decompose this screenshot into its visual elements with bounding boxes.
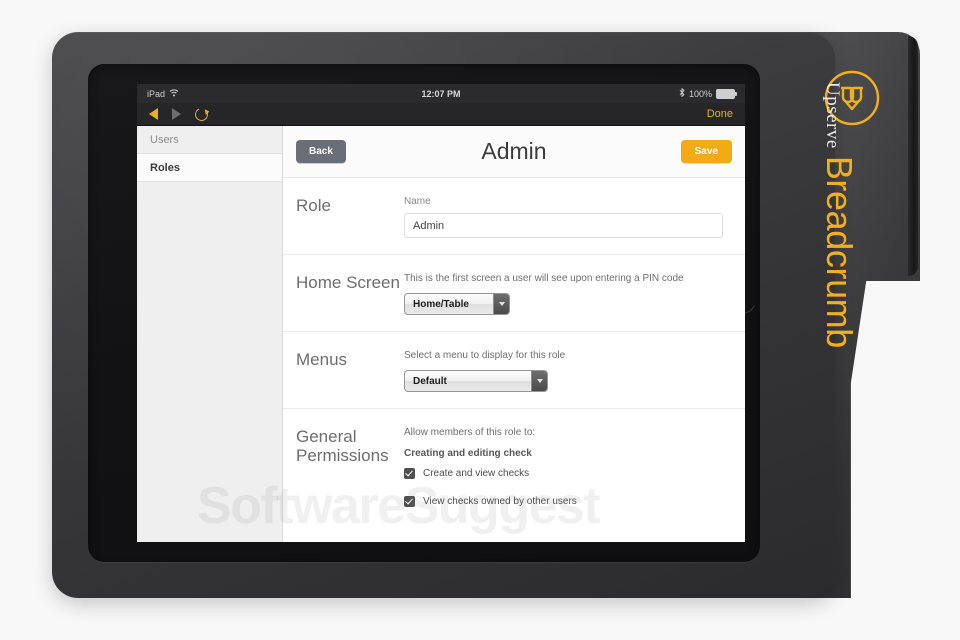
name-field-label: Name — [404, 196, 431, 207]
battery-full-icon — [716, 88, 737, 99]
permissions-group-title: Creating and editing check — [404, 448, 532, 459]
save-button[interactable]: Save — [680, 140, 732, 163]
select-value: Home/Table — [413, 298, 469, 310]
sidebar-item-users[interactable]: Users — [137, 126, 282, 154]
section-home-screen: Home Screen This is the first screen a u… — [283, 255, 745, 332]
permission-row[interactable]: Create and view checks — [404, 468, 723, 479]
ios-status-bar: iPad 12:07 PM 100% — [137, 84, 745, 103]
chevron-down-icon — [531, 371, 547, 391]
app-header: Back Admin Save — [283, 126, 745, 178]
brand-upserve-label: Upserve — [822, 82, 843, 149]
done-button[interactable]: Done — [707, 108, 733, 120]
reload-icon[interactable] — [193, 105, 210, 123]
section-label: Home Screen — [296, 273, 400, 292]
checkbox-checked-icon[interactable] — [404, 496, 415, 507]
back-arrow-icon[interactable] — [149, 108, 158, 120]
bluetooth-icon — [679, 87, 685, 99]
status-time: 12:07 PM — [421, 88, 461, 99]
admin-app: Users Roles Back Admin Save Role Name Ad… — [137, 126, 745, 542]
menus-helper: Select a menu to display for this role — [404, 350, 566, 361]
select-value: Default — [413, 375, 447, 387]
section-label: General Permissions — [296, 427, 389, 466]
tablet-case-edge — [908, 36, 918, 276]
forward-arrow-icon[interactable] — [172, 108, 181, 120]
sidebar-item-label: Roles — [150, 161, 180, 174]
permission-label: Create and view checks — [423, 468, 530, 479]
browser-toolbar: Done — [137, 103, 745, 126]
brand-breadcrumb-label: Breadcrumb — [819, 155, 860, 348]
name-input[interactable] — [404, 213, 723, 238]
section-general-permissions: General Permissions Allow members of thi… — [283, 409, 745, 540]
brand-wordmark: Upserve Breadcrumb — [818, 82, 860, 348]
tablet-screen: iPad 12:07 PM 100% Done Users Roles Back… — [137, 84, 745, 542]
permissions-helper: Allow members of this role to: — [404, 427, 536, 438]
checkbox-checked-icon[interactable] — [404, 468, 415, 479]
wifi-icon — [169, 88, 179, 99]
chevron-down-icon — [493, 294, 509, 314]
menus-select[interactable]: Default — [404, 370, 548, 392]
section-label: Menus — [296, 350, 348, 369]
section-menus: Menus Select a menu to display for this … — [283, 332, 745, 409]
home-screen-select[interactable]: Home/Table — [404, 293, 510, 315]
status-device-label: iPad — [147, 88, 166, 99]
permission-row[interactable]: View checks owned by other users — [404, 496, 723, 507]
content-panel: Back Admin Save Role Name Home Screen — [283, 126, 745, 542]
permission-label: View checks owned by other users — [423, 496, 577, 507]
sidebar-item-label: Users — [150, 133, 179, 146]
screenshot-stage: Upserve Breadcrumb iPad 12:07 PM 100% Do… — [0, 0, 960, 640]
section-role: Role Name — [283, 178, 745, 255]
sidebar: Users Roles — [137, 126, 283, 542]
sidebar-item-roles[interactable]: Roles — [137, 154, 282, 182]
page-title: Admin — [481, 138, 547, 164]
section-label: Role — [296, 196, 331, 215]
home-screen-helper: This is the first screen a user will see… — [404, 273, 684, 284]
status-battery-percent: 100% — [688, 88, 712, 99]
back-button[interactable]: Back — [296, 140, 346, 163]
